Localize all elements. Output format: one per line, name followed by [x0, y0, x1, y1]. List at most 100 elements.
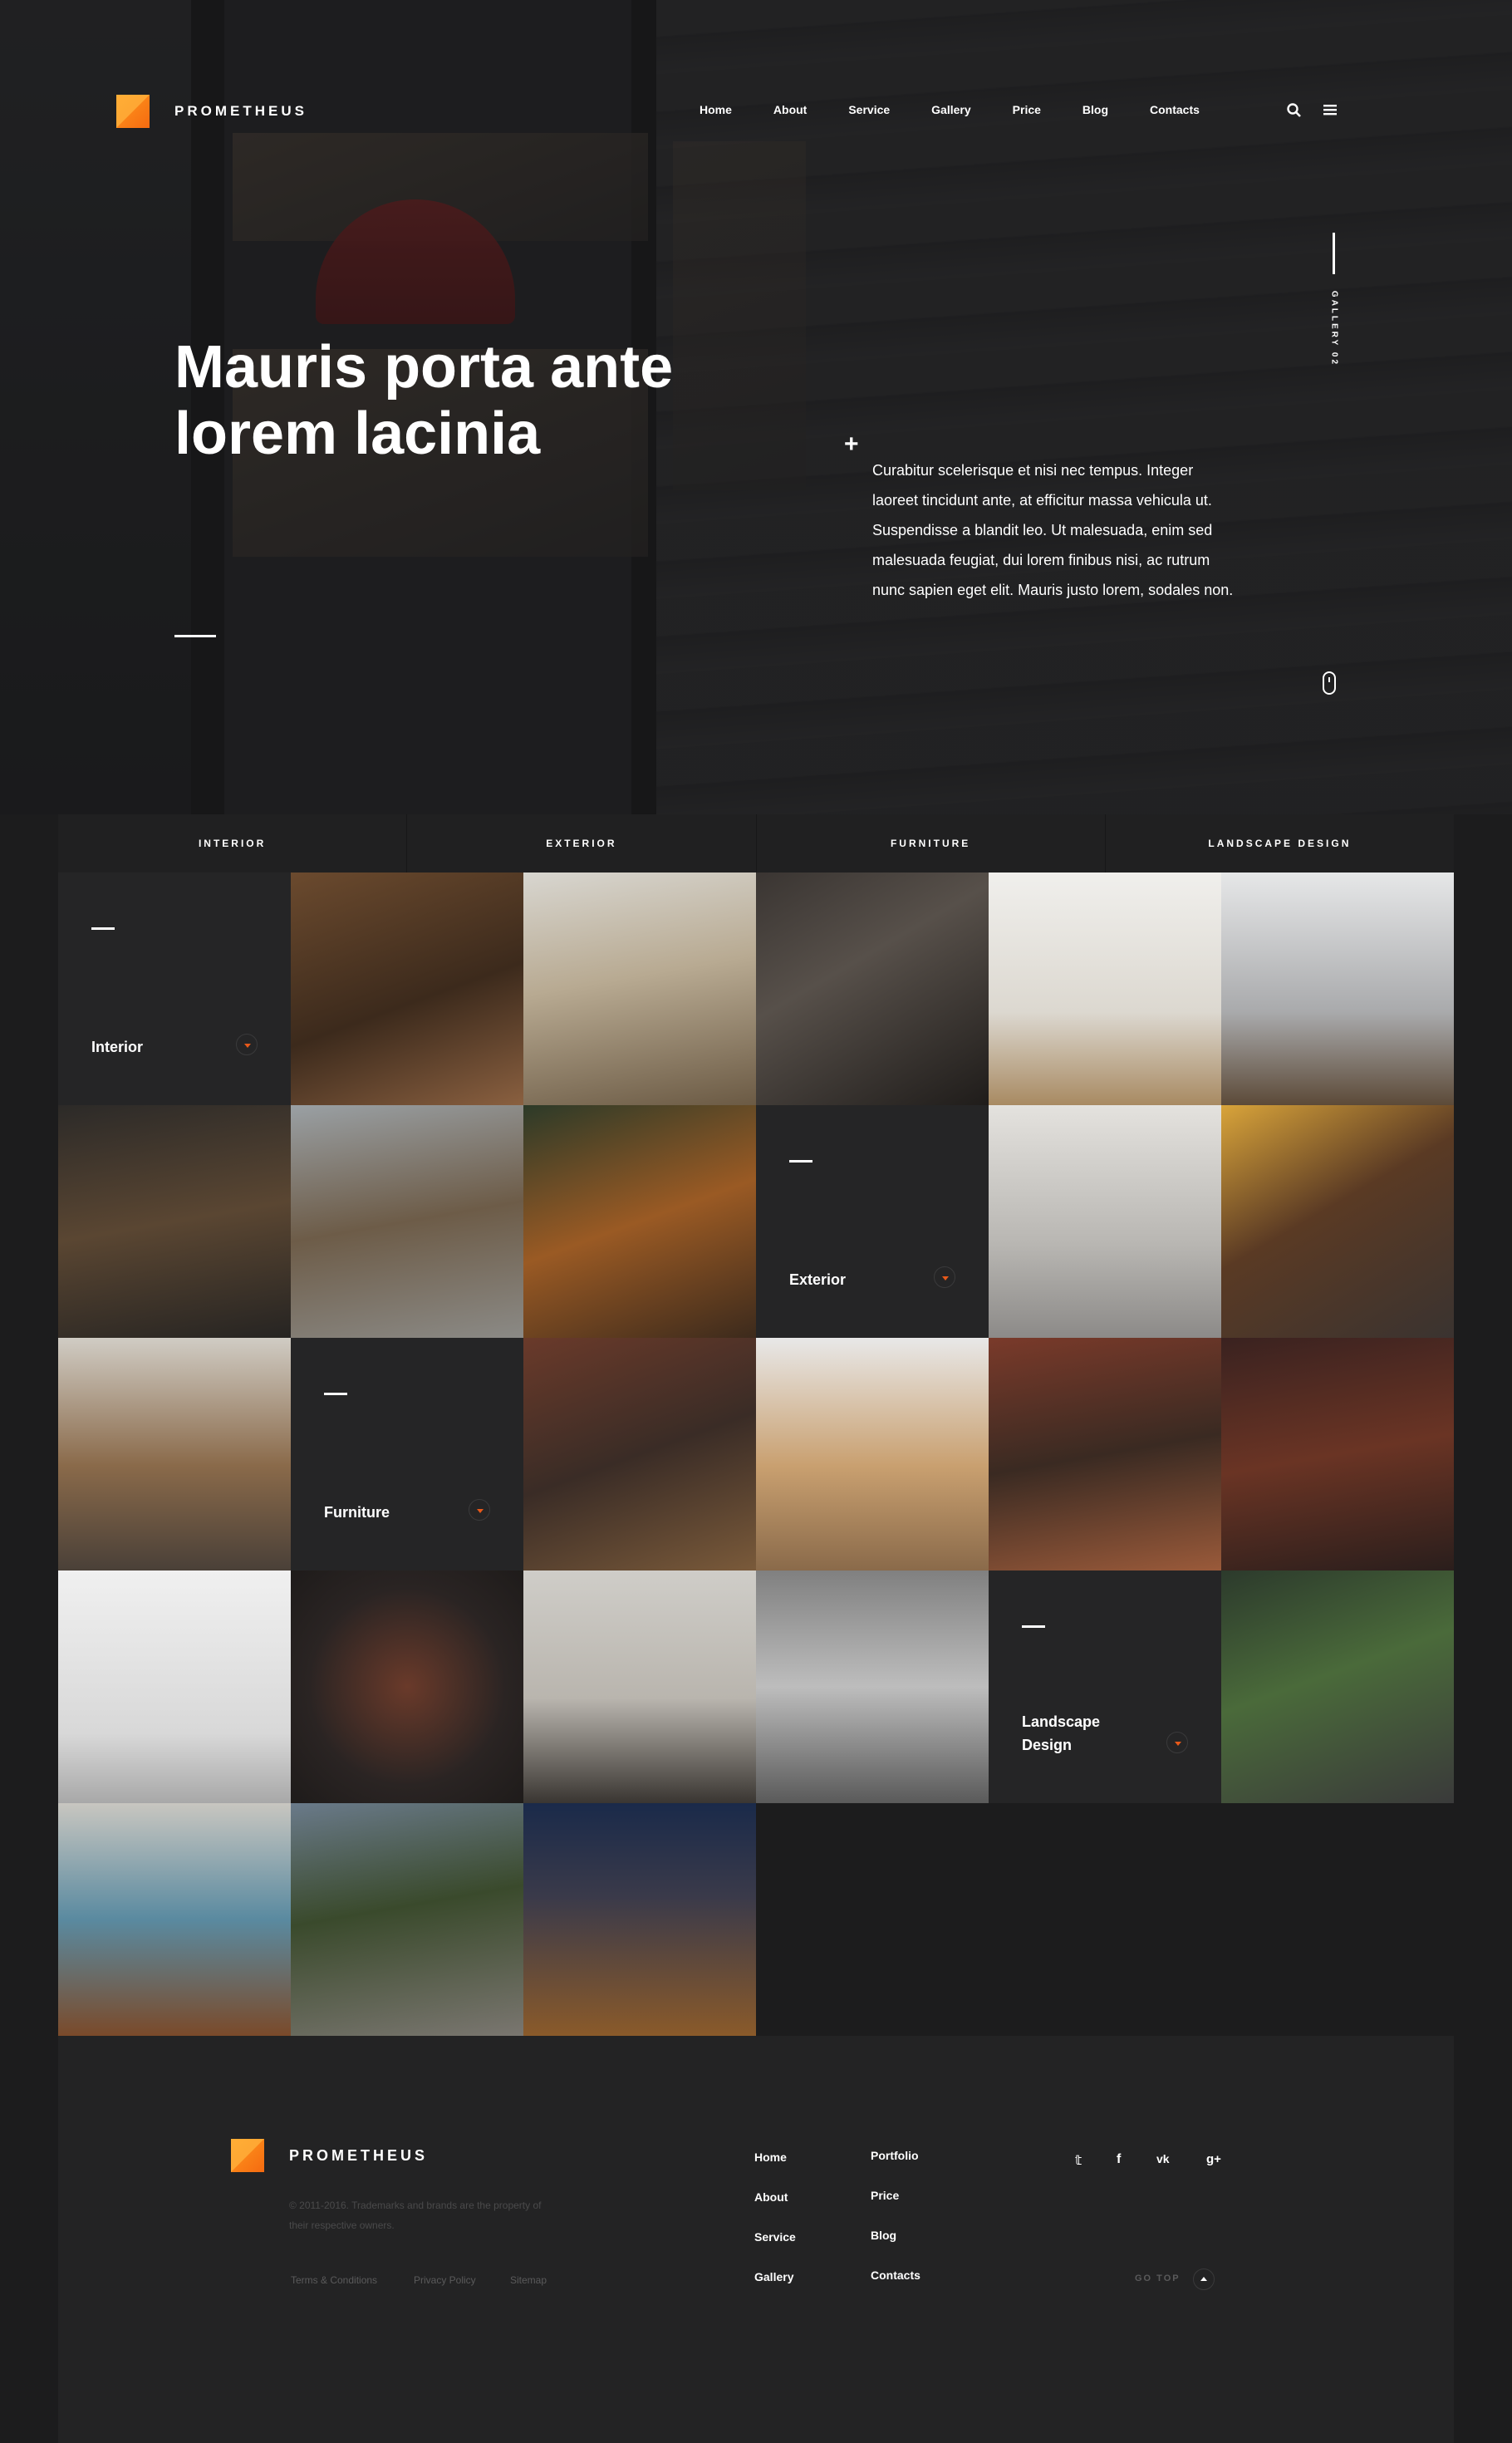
tab-exterior[interactable]: EXTERIOR: [407, 814, 757, 872]
image-sofa-bookshelf: [523, 1570, 756, 1803]
gallery-image[interactable]: [523, 1338, 756, 1570]
category-dash: [1022, 1625, 1045, 1628]
gallery-tabs: INTERIOR EXTERIOR FURNITURE LANDSCAPE DE…: [58, 814, 1454, 872]
image-dark-living-fireplace: [756, 872, 989, 1105]
gallery-image[interactable]: [1221, 1570, 1454, 1803]
hero-text: Curabitur scelerisque et nisi nec tempus…: [872, 462, 1234, 598]
nav-contacts[interactable]: Contacts: [1150, 103, 1200, 116]
gallery-tag-line: [1333, 233, 1335, 274]
gallery-tag-text: GALLERY 02: [1329, 290, 1339, 367]
hero-title-line2: lorem lacinia: [174, 401, 541, 467]
gallery-image[interactable]: [756, 1570, 989, 1803]
image-palm-patio-night: [523, 1803, 756, 2036]
tab-interior[interactable]: INTERIOR: [58, 814, 408, 872]
gallery-image[interactable]: [989, 872, 1221, 1105]
footer-link-service[interactable]: Service: [754, 2230, 796, 2244]
tab-furniture[interactable]: FURNITURE: [757, 814, 1106, 872]
gallery-image[interactable]: [1221, 1338, 1454, 1570]
gallery-image[interactable]: [523, 1105, 756, 1338]
footer-link-about[interactable]: About: [754, 2190, 788, 2204]
footer-copyright: © 2011-2016. Trademarks and brands are t…: [289, 2195, 621, 2235]
gallery-image[interactable]: [291, 1105, 523, 1338]
gallery-image[interactable]: [58, 1338, 291, 1570]
gallery-image[interactable]: [58, 1570, 291, 1803]
category-label: Landscape Design: [1022, 1710, 1100, 1757]
gallery-image[interactable]: [523, 1570, 756, 1803]
footer-link-gallery[interactable]: Gallery: [754, 2270, 793, 2283]
gallery-image[interactable]: [291, 1803, 523, 2036]
nav-blog[interactable]: Blog: [1082, 103, 1108, 116]
footer-link-blog[interactable]: Blog: [871, 2229, 896, 2242]
go-top-label[interactable]: GO TOP: [1135, 2273, 1181, 2283]
image-wood-loft-interior: [291, 872, 523, 1105]
image-loft-workspace: [58, 1338, 291, 1570]
category-card-interior[interactable]: Interior: [58, 872, 291, 1105]
chevron-down-icon[interactable]: [469, 1499, 490, 1521]
image-wooden-chair: [58, 1570, 291, 1803]
category-label: Interior: [91, 1039, 144, 1055]
footer-link-portfolio[interactable]: Portfolio: [871, 2149, 919, 2162]
image-floating-stairs: [756, 1338, 989, 1570]
nav-gallery[interactable]: Gallery: [931, 103, 970, 116]
image-glass-corridor-deck: [58, 1105, 291, 1338]
footer-terms-link[interactable]: Terms & Conditions: [291, 2270, 377, 2290]
gallery-side-tag: GALLERY 02: [1326, 233, 1343, 382]
category-dash: [324, 1393, 347, 1395]
nav-price[interactable]: Price: [1013, 103, 1041, 116]
image-pool-deck: [58, 1803, 291, 2036]
scroll-mouse-icon[interactable]: [1323, 671, 1336, 695]
footer-link-home[interactable]: Home: [754, 2151, 787, 2164]
tab-landscape-design[interactable]: LANDSCAPE DESIGN: [1106, 814, 1454, 872]
gallery-image[interactable]: [523, 1803, 756, 2036]
category-card-landscape-design[interactable]: Landscape Design: [989, 1570, 1221, 1803]
main-nav: Home About Service Gallery Price Blog Co…: [700, 103, 1241, 116]
category-card-exterior[interactable]: Exterior: [756, 1105, 989, 1338]
gallery-image[interactable]: [989, 1105, 1221, 1338]
hero-dash: [174, 635, 216, 637]
footer-link-price[interactable]: Price: [871, 2189, 899, 2202]
image-map-bookshelf: [291, 1570, 523, 1803]
gallery-image[interactable]: [1221, 872, 1454, 1105]
nav-about[interactable]: About: [773, 103, 807, 116]
search-icon[interactable]: [1286, 102, 1304, 120]
nav-home[interactable]: Home: [700, 103, 732, 116]
category-label: Exterior: [789, 1271, 847, 1288]
brand-name[interactable]: PROMETHEUS: [174, 103, 307, 120]
footer-copyright-line2: their respective owners.: [289, 2219, 395, 2231]
gallery-image[interactable]: [756, 872, 989, 1105]
facebook-icon[interactable]: f: [1117, 2152, 1121, 2167]
footer-link-contacts[interactable]: Contacts: [871, 2268, 920, 2282]
gallery-image[interactable]: [756, 1338, 989, 1570]
footer-sitemap-link[interactable]: Sitemap: [510, 2270, 547, 2290]
image-garden-steps: [1221, 1570, 1454, 1803]
gallery-image[interactable]: [58, 1803, 291, 2036]
image-rocking-chair-room: [989, 872, 1221, 1105]
image-forest-cabin: [523, 1105, 756, 1338]
google-plus-icon[interactable]: g+: [1206, 2152, 1221, 2166]
gallery-grid: Interior Exterior Furniture Landscape De…: [58, 872, 1454, 2036]
image-dining-table-kitchen: [1221, 872, 1454, 1105]
gallery-image[interactable]: [291, 872, 523, 1105]
menu-icon[interactable]: [1323, 103, 1341, 121]
image-bedroom-lamp: [1221, 1105, 1454, 1338]
gallery-image[interactable]: [989, 1338, 1221, 1570]
category-card-furniture[interactable]: Furniture: [291, 1338, 523, 1570]
gallery-image[interactable]: [291, 1570, 523, 1803]
image-white-stairs-kitchen: [989, 1105, 1221, 1338]
footer-logo-icon[interactable]: [231, 2139, 264, 2172]
footer-privacy-link[interactable]: Privacy Policy: [414, 2270, 476, 2290]
chevron-down-icon[interactable]: [934, 1266, 955, 1288]
gallery-image[interactable]: [523, 872, 756, 1105]
category-label-line2: Design: [1022, 1737, 1073, 1753]
gallery-image[interactable]: [1221, 1105, 1454, 1338]
gallery-image[interactable]: [58, 1105, 291, 1338]
chevron-down-icon[interactable]: [236, 1034, 258, 1055]
nav-service[interactable]: Service: [848, 103, 890, 116]
logo-icon[interactable]: [116, 95, 150, 128]
plus-icon[interactable]: +: [844, 430, 859, 459]
twitter-icon[interactable]: 𝕥: [1075, 2152, 1082, 2169]
go-top-button[interactable]: [1193, 2268, 1215, 2290]
vk-icon[interactable]: vk: [1156, 2152, 1170, 2165]
chevron-down-icon[interactable]: [1166, 1732, 1188, 1753]
footer-brand-name[interactable]: PROMETHEUS: [289, 2147, 428, 2165]
